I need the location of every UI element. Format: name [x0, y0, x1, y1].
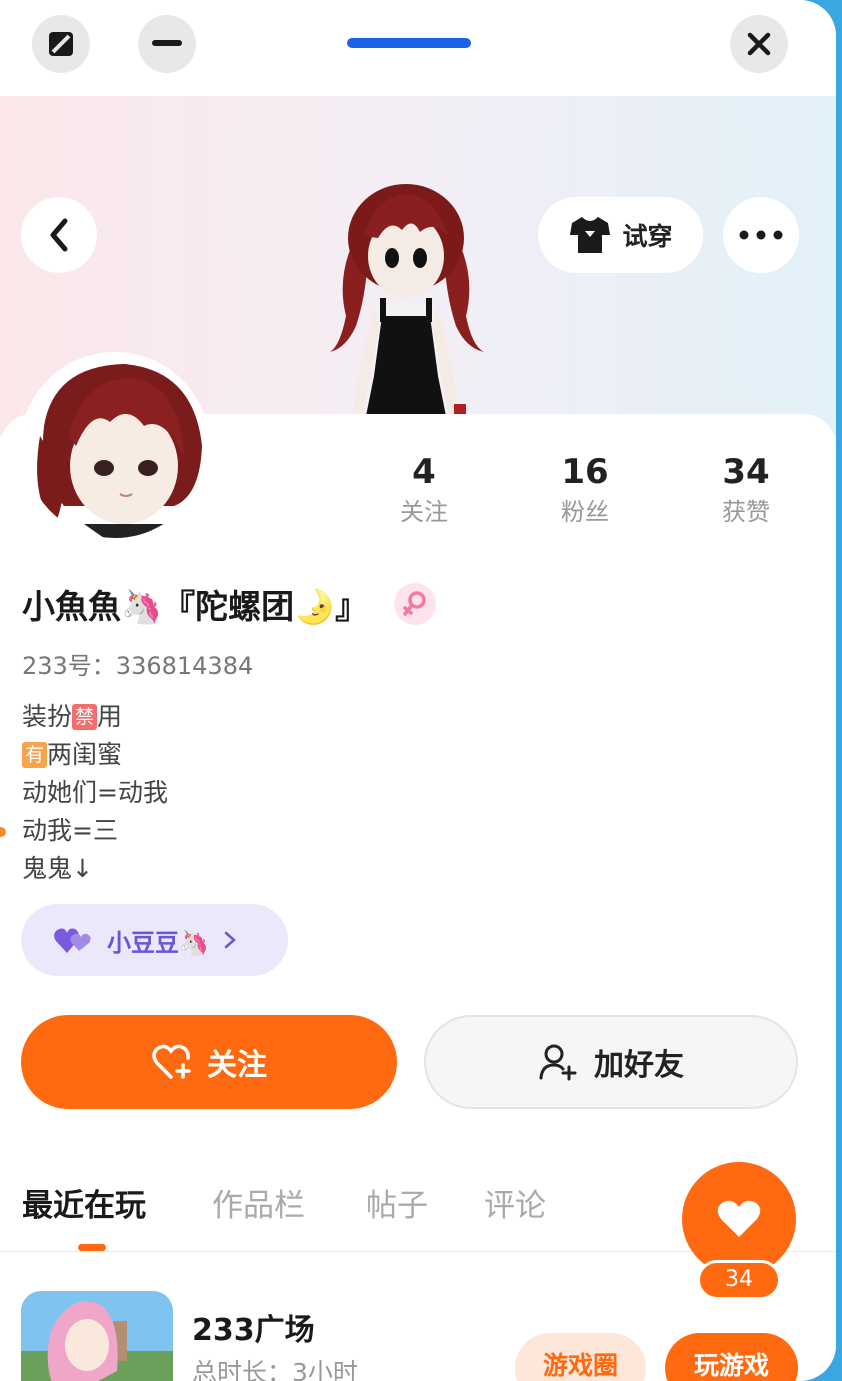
stat-following[interactable]: 4 关注 [364, 450, 484, 530]
chevron-right-icon [224, 931, 236, 949]
window-titlebar [0, 0, 836, 96]
try-on-button[interactable]: 试穿 [538, 197, 703, 273]
avatar[interactable] [20, 352, 210, 542]
double-heart-icon [54, 928, 91, 953]
expand-button[interactable] [32, 15, 90, 73]
follow-button[interactable]: 关注 [21, 1015, 397, 1109]
back-arrow-icon [50, 218, 68, 252]
heart-plus-icon [152, 1044, 191, 1079]
game-cover-image [21, 1291, 173, 1381]
game-list-item[interactable]: 233广场 总时长：3小时 游戏圈 玩游戏 [0, 1285, 836, 1381]
add-friend-label: 加好友 [594, 1048, 684, 1083]
heart-icon [717, 1200, 761, 1237]
game-thumbnail[interactable] [21, 1291, 173, 1381]
tab-comments[interactable]: 评论 [484, 1180, 546, 1225]
add-user-icon [539, 1044, 577, 1081]
more-dots-icon [739, 230, 783, 240]
gender-badge [394, 583, 437, 625]
game-title: 233广场 [192, 1313, 315, 1348]
minimize-button[interactable] [138, 15, 196, 73]
like-button[interactable] [682, 1162, 796, 1276]
bestie-label: 小豆豆🦄 [107, 928, 209, 957]
drag-handle[interactable] [347, 38, 471, 48]
user-id: 233号：336814384 [22, 652, 254, 680]
minimize-icon [152, 40, 182, 46]
game-playtime: 总时长：3小时 [192, 1358, 358, 1381]
app-window: 试穿 4 关注 16 粉丝 34 获赞 小魚魚🦄『陀螺团🌛』 233号：3368… [0, 0, 836, 1381]
bio-line: 动她们=动我 [22, 778, 168, 807]
female-icon [403, 591, 426, 616]
stat-likes[interactable]: 34 获赞 [686, 450, 806, 530]
user-name: 小魚魚🦄『陀螺团🌛』 [22, 587, 369, 626]
stat-value: 4 [412, 452, 436, 492]
add-friend-button[interactable]: 加好友 [424, 1015, 798, 1109]
close-button[interactable] [730, 15, 788, 73]
tab-posts[interactable]: 帖子 [366, 1180, 428, 1225]
game-circle-button[interactable]: 游戏圈 [515, 1333, 646, 1381]
stat-value: 34 [722, 452, 770, 492]
have-emoji-tag: 有 [22, 742, 48, 768]
like-count-badge: 34 [697, 1260, 781, 1300]
expand-icon [49, 32, 73, 56]
bestie-chip[interactable]: 小豆豆🦄 [21, 904, 288, 976]
stat-label: 粉丝 [561, 498, 609, 526]
bio-line: 有两闺蜜 [22, 736, 168, 774]
tab-indicator [78, 1244, 106, 1251]
avatar-3d-figure[interactable] [316, 176, 496, 416]
play-game-button[interactable]: 玩游戏 [665, 1333, 798, 1381]
more-button[interactable] [723, 197, 799, 273]
try-on-label: 试穿 [622, 222, 673, 251]
follow-label: 关注 [207, 1048, 267, 1083]
back-button[interactable] [21, 197, 97, 273]
bio-line: 装扮禁用 [22, 702, 123, 731]
tab-works[interactable]: 作品栏 [212, 1180, 305, 1225]
avatar-portrait [24, 356, 206, 538]
tab-recently-played[interactable]: 最近在玩 [22, 1180, 146, 1225]
bio: 装扮禁用 有两闺蜜 动她们=动我 动我=三 鬼鬼↓ [22, 698, 168, 888]
bio-line: 鬼鬼↓ [22, 854, 93, 883]
close-icon [747, 32, 771, 56]
stat-followers[interactable]: 16 粉丝 [525, 450, 645, 530]
stat-label: 关注 [400, 498, 448, 526]
name-row: 小魚魚🦄『陀螺团🌛』 [22, 580, 437, 628]
stat-label: 获赞 [722, 498, 770, 526]
stat-value: 16 [561, 452, 609, 492]
bio-line: 动我=三 [22, 816, 118, 845]
tshirt-icon [570, 217, 611, 253]
ban-emoji-tag: 禁 [72, 704, 98, 730]
